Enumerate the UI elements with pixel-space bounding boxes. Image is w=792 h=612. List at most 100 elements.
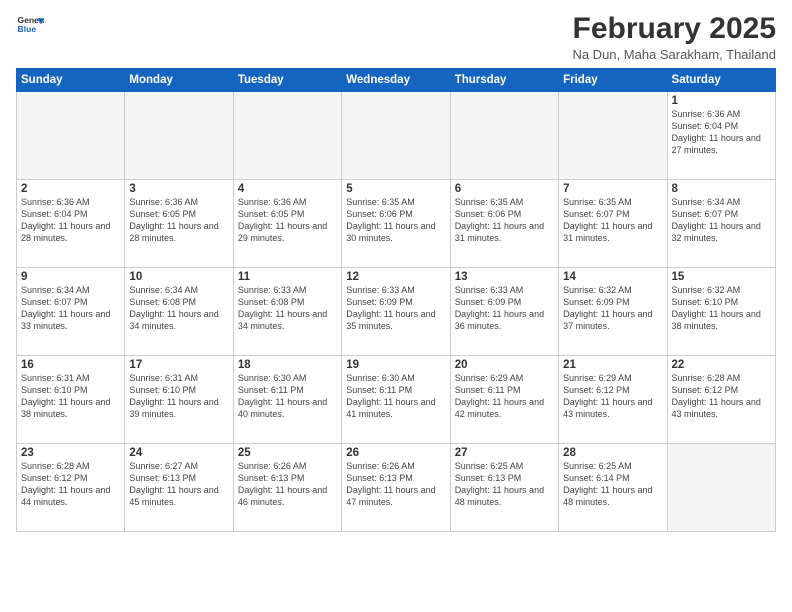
day-number: 27 [455, 447, 554, 459]
calendar-cell: 22Sunrise: 6:28 AMSunset: 6:12 PMDayligh… [667, 356, 775, 444]
day-number: 13 [455, 271, 554, 283]
page: General Blue February 2025 Na Dun, Maha … [0, 0, 792, 612]
svg-text:Blue: Blue [18, 24, 37, 34]
calendar-header-row: SundayMondayTuesdayWednesdayThursdayFrid… [17, 69, 776, 92]
day-number: 1 [672, 95, 771, 107]
calendar-cell [559, 92, 667, 180]
day-info: Sunrise: 6:32 AMSunset: 6:10 PMDaylight:… [672, 284, 771, 333]
day-info: Sunrise: 6:36 AMSunset: 6:04 PMDaylight:… [21, 196, 120, 245]
day-info: Sunrise: 6:33 AMSunset: 6:08 PMDaylight:… [238, 284, 337, 333]
calendar-cell: 7Sunrise: 6:35 AMSunset: 6:07 PMDaylight… [559, 180, 667, 268]
calendar-cell [233, 92, 341, 180]
calendar-cell: 8Sunrise: 6:34 AMSunset: 6:07 PMDaylight… [667, 180, 775, 268]
calendar-cell: 15Sunrise: 6:32 AMSunset: 6:10 PMDayligh… [667, 268, 775, 356]
calendar-cell: 28Sunrise: 6:25 AMSunset: 6:14 PMDayligh… [559, 444, 667, 532]
calendar-cell: 23Sunrise: 6:28 AMSunset: 6:12 PMDayligh… [17, 444, 125, 532]
calendar-cell: 17Sunrise: 6:31 AMSunset: 6:10 PMDayligh… [125, 356, 233, 444]
calendar-cell: 27Sunrise: 6:25 AMSunset: 6:13 PMDayligh… [450, 444, 558, 532]
day-number: 17 [129, 359, 228, 371]
calendar-cell [667, 444, 775, 532]
day-number: 8 [672, 183, 771, 195]
calendar-cell: 2Sunrise: 6:36 AMSunset: 6:04 PMDaylight… [17, 180, 125, 268]
day-number: 22 [672, 359, 771, 371]
calendar-cell: 16Sunrise: 6:31 AMSunset: 6:10 PMDayligh… [17, 356, 125, 444]
month-title: February 2025 [572, 12, 776, 45]
day-number: 9 [21, 271, 120, 283]
day-info: Sunrise: 6:36 AMSunset: 6:04 PMDaylight:… [672, 108, 771, 157]
day-number: 11 [238, 271, 337, 283]
day-number: 28 [563, 447, 662, 459]
logo-icon: General Blue [16, 12, 44, 40]
calendar-cell: 6Sunrise: 6:35 AMSunset: 6:06 PMDaylight… [450, 180, 558, 268]
calendar-week-3: 9Sunrise: 6:34 AMSunset: 6:07 PMDaylight… [17, 268, 776, 356]
day-info: Sunrise: 6:35 AMSunset: 6:07 PMDaylight:… [563, 196, 662, 245]
calendar-cell: 24Sunrise: 6:27 AMSunset: 6:13 PMDayligh… [125, 444, 233, 532]
calendar-cell: 5Sunrise: 6:35 AMSunset: 6:06 PMDaylight… [342, 180, 450, 268]
col-header-sunday: Sunday [17, 69, 125, 92]
day-number: 25 [238, 447, 337, 459]
day-number: 23 [21, 447, 120, 459]
calendar-cell: 13Sunrise: 6:33 AMSunset: 6:09 PMDayligh… [450, 268, 558, 356]
day-number: 19 [346, 359, 445, 371]
day-number: 15 [672, 271, 771, 283]
day-number: 3 [129, 183, 228, 195]
day-number: 12 [346, 271, 445, 283]
day-info: Sunrise: 6:30 AMSunset: 6:11 PMDaylight:… [346, 372, 445, 421]
header: General Blue February 2025 Na Dun, Maha … [16, 12, 776, 62]
title-block: February 2025 Na Dun, Maha Sarakham, Tha… [572, 12, 776, 62]
day-info: Sunrise: 6:26 AMSunset: 6:13 PMDaylight:… [346, 460, 445, 509]
day-info: Sunrise: 6:31 AMSunset: 6:10 PMDaylight:… [21, 372, 120, 421]
day-info: Sunrise: 6:33 AMSunset: 6:09 PMDaylight:… [346, 284, 445, 333]
col-header-tuesday: Tuesday [233, 69, 341, 92]
day-info: Sunrise: 6:36 AMSunset: 6:05 PMDaylight:… [129, 196, 228, 245]
day-info: Sunrise: 6:25 AMSunset: 6:14 PMDaylight:… [563, 460, 662, 509]
day-number: 18 [238, 359, 337, 371]
day-info: Sunrise: 6:26 AMSunset: 6:13 PMDaylight:… [238, 460, 337, 509]
calendar-cell: 26Sunrise: 6:26 AMSunset: 6:13 PMDayligh… [342, 444, 450, 532]
day-info: Sunrise: 6:35 AMSunset: 6:06 PMDaylight:… [455, 196, 554, 245]
day-info: Sunrise: 6:29 AMSunset: 6:12 PMDaylight:… [563, 372, 662, 421]
day-number: 2 [21, 183, 120, 195]
day-number: 4 [238, 183, 337, 195]
calendar-cell: 9Sunrise: 6:34 AMSunset: 6:07 PMDaylight… [17, 268, 125, 356]
day-info: Sunrise: 6:36 AMSunset: 6:05 PMDaylight:… [238, 196, 337, 245]
calendar-cell: 11Sunrise: 6:33 AMSunset: 6:08 PMDayligh… [233, 268, 341, 356]
calendar-week-4: 16Sunrise: 6:31 AMSunset: 6:10 PMDayligh… [17, 356, 776, 444]
location: Na Dun, Maha Sarakham, Thailand [572, 47, 776, 62]
day-number: 5 [346, 183, 445, 195]
calendar-cell: 14Sunrise: 6:32 AMSunset: 6:09 PMDayligh… [559, 268, 667, 356]
calendar-cell: 12Sunrise: 6:33 AMSunset: 6:09 PMDayligh… [342, 268, 450, 356]
day-info: Sunrise: 6:35 AMSunset: 6:06 PMDaylight:… [346, 196, 445, 245]
day-number: 6 [455, 183, 554, 195]
calendar-cell [17, 92, 125, 180]
calendar-cell [450, 92, 558, 180]
calendar-cell: 25Sunrise: 6:26 AMSunset: 6:13 PMDayligh… [233, 444, 341, 532]
calendar-cell: 3Sunrise: 6:36 AMSunset: 6:05 PMDaylight… [125, 180, 233, 268]
day-info: Sunrise: 6:28 AMSunset: 6:12 PMDaylight:… [21, 460, 120, 509]
day-number: 14 [563, 271, 662, 283]
calendar-cell: 18Sunrise: 6:30 AMSunset: 6:11 PMDayligh… [233, 356, 341, 444]
day-number: 10 [129, 271, 228, 283]
day-info: Sunrise: 6:32 AMSunset: 6:09 PMDaylight:… [563, 284, 662, 333]
col-header-wednesday: Wednesday [342, 69, 450, 92]
col-header-monday: Monday [125, 69, 233, 92]
calendar-cell [125, 92, 233, 180]
day-info: Sunrise: 6:31 AMSunset: 6:10 PMDaylight:… [129, 372, 228, 421]
logo: General Blue [16, 12, 44, 40]
col-header-saturday: Saturday [667, 69, 775, 92]
day-number: 7 [563, 183, 662, 195]
calendar-cell: 19Sunrise: 6:30 AMSunset: 6:11 PMDayligh… [342, 356, 450, 444]
day-info: Sunrise: 6:25 AMSunset: 6:13 PMDaylight:… [455, 460, 554, 509]
day-number: 20 [455, 359, 554, 371]
calendar-cell: 20Sunrise: 6:29 AMSunset: 6:11 PMDayligh… [450, 356, 558, 444]
calendar-cell [342, 92, 450, 180]
calendar-cell: 21Sunrise: 6:29 AMSunset: 6:12 PMDayligh… [559, 356, 667, 444]
calendar-week-5: 23Sunrise: 6:28 AMSunset: 6:12 PMDayligh… [17, 444, 776, 532]
day-number: 16 [21, 359, 120, 371]
day-number: 21 [563, 359, 662, 371]
calendar-cell: 1Sunrise: 6:36 AMSunset: 6:04 PMDaylight… [667, 92, 775, 180]
day-number: 26 [346, 447, 445, 459]
calendar-cell: 10Sunrise: 6:34 AMSunset: 6:08 PMDayligh… [125, 268, 233, 356]
day-info: Sunrise: 6:29 AMSunset: 6:11 PMDaylight:… [455, 372, 554, 421]
calendar-week-2: 2Sunrise: 6:36 AMSunset: 6:04 PMDaylight… [17, 180, 776, 268]
